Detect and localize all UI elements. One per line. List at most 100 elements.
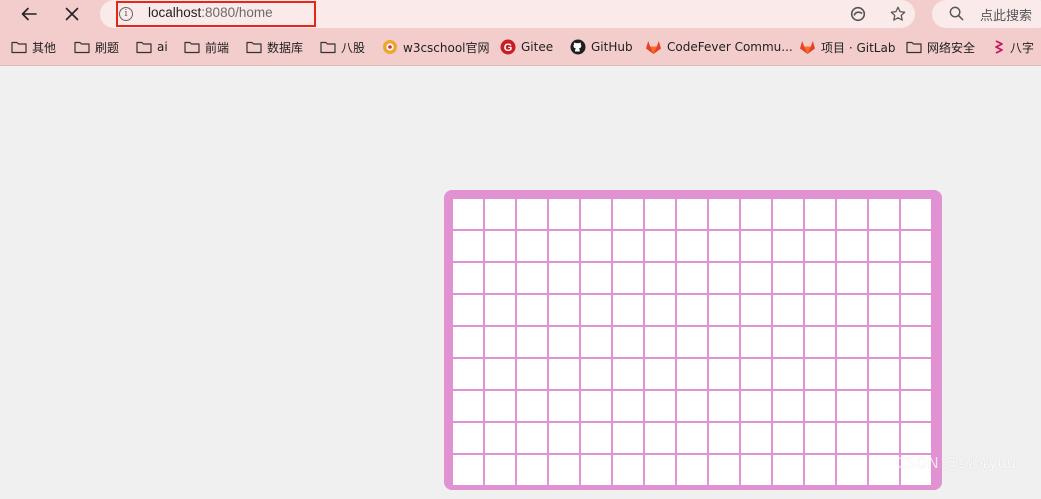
board-cell[interactable] — [453, 327, 483, 357]
search-box[interactable]: 点此搜索 — [932, 0, 1041, 28]
board-cell[interactable] — [645, 327, 675, 357]
board-cell[interactable] — [485, 263, 515, 293]
board-cell[interactable] — [837, 359, 867, 389]
board-cell[interactable] — [645, 263, 675, 293]
board-cell[interactable] — [517, 295, 547, 325]
board-cell[interactable] — [709, 231, 739, 261]
board-cell[interactable] — [581, 231, 611, 261]
bookmark-shujuku[interactable]: 数据库 — [246, 35, 303, 59]
board-cell[interactable] — [645, 199, 675, 229]
board-cell[interactable] — [805, 327, 835, 357]
board-cell[interactable] — [581, 423, 611, 453]
board-cell[interactable] — [549, 199, 579, 229]
board-cell[interactable] — [709, 359, 739, 389]
board-cell[interactable] — [709, 199, 739, 229]
stop-loading-button[interactable] — [57, 0, 87, 28]
bookmark-w3cschool[interactable]: w3cschool官网 — [382, 35, 490, 59]
board-cell[interactable] — [549, 231, 579, 261]
board-cell[interactable] — [869, 263, 899, 293]
board-cell[interactable] — [645, 295, 675, 325]
board-cell[interactable] — [485, 199, 515, 229]
board-cell[interactable] — [453, 231, 483, 261]
board-cell[interactable] — [485, 359, 515, 389]
bookmark-gitee[interactable]: G Gitee — [500, 35, 553, 59]
board-cell[interactable] — [517, 199, 547, 229]
board-cell[interactable] — [837, 295, 867, 325]
board-cell[interactable] — [837, 391, 867, 421]
board-cell[interactable] — [869, 295, 899, 325]
board-cell[interactable] — [869, 391, 899, 421]
board-cell[interactable] — [901, 423, 931, 453]
board-cell[interactable] — [485, 231, 515, 261]
board-cell[interactable] — [453, 391, 483, 421]
board-cell[interactable] — [581, 199, 611, 229]
board-cell[interactable] — [837, 263, 867, 293]
board-cell[interactable] — [677, 391, 707, 421]
board-cell[interactable] — [805, 423, 835, 453]
board-cell[interactable] — [677, 359, 707, 389]
board-cell[interactable] — [517, 391, 547, 421]
board-cell[interactable] — [901, 359, 931, 389]
read-aloud-icon[interactable] — [848, 4, 868, 24]
board-cell[interactable] — [741, 231, 771, 261]
board-cell[interactable] — [773, 391, 803, 421]
board-cell[interactable] — [613, 327, 643, 357]
board-cell[interactable] — [517, 423, 547, 453]
board-cell[interactable] — [805, 295, 835, 325]
board-cell[interactable] — [901, 391, 931, 421]
board-cell[interactable] — [549, 455, 579, 485]
board-cell[interactable] — [805, 231, 835, 261]
board-cell[interactable] — [837, 423, 867, 453]
board-cell[interactable] — [677, 455, 707, 485]
board-cell[interactable] — [741, 295, 771, 325]
bookmark-shuati[interactable]: 刷题 — [74, 35, 119, 59]
board-cell[interactable] — [677, 295, 707, 325]
board-cell[interactable] — [517, 327, 547, 357]
board-cell[interactable] — [709, 423, 739, 453]
board-cell[interactable] — [613, 295, 643, 325]
board-cell[interactable] — [549, 391, 579, 421]
board-cell[interactable] — [677, 231, 707, 261]
bookmark-gitlab-project[interactable]: 项目 · GitLab — [799, 35, 895, 59]
board-cell[interactable] — [677, 199, 707, 229]
board-cell[interactable] — [677, 423, 707, 453]
address-bar[interactable]: i localhost:8080/home — [100, 0, 915, 28]
board-cell[interactable] — [901, 199, 931, 229]
board-cell[interactable] — [741, 359, 771, 389]
board-cell[interactable] — [901, 327, 931, 357]
board-cell[interactable] — [869, 327, 899, 357]
board-cell[interactable] — [869, 359, 899, 389]
board-cell[interactable] — [581, 263, 611, 293]
board-cell[interactable] — [645, 455, 675, 485]
board-cell[interactable] — [549, 423, 579, 453]
board-cell[interactable] — [613, 455, 643, 485]
board-cell[interactable] — [549, 327, 579, 357]
board-cell[interactable] — [581, 455, 611, 485]
board-cell[interactable] — [869, 231, 899, 261]
board-cell[interactable] — [837, 199, 867, 229]
board-cell[interactable] — [453, 359, 483, 389]
board-cell[interactable] — [677, 327, 707, 357]
board-cell[interactable] — [645, 391, 675, 421]
board-cell[interactable] — [581, 327, 611, 357]
board-cell[interactable] — [517, 231, 547, 261]
board-cell[interactable] — [453, 295, 483, 325]
board-cell[interactable] — [485, 327, 515, 357]
board-cell[interactable] — [901, 231, 931, 261]
board-cell[interactable] — [453, 199, 483, 229]
board-cell[interactable] — [741, 455, 771, 485]
board-cell[interactable] — [709, 391, 739, 421]
bookmark-qianduan[interactable]: 前端 — [184, 35, 229, 59]
bookmark-ai[interactable]: ai — [136, 35, 168, 59]
board-cell[interactable] — [773, 327, 803, 357]
board-cell[interactable] — [645, 423, 675, 453]
board-cell[interactable] — [805, 263, 835, 293]
board-cell[interactable] — [613, 263, 643, 293]
board-cell[interactable] — [517, 455, 547, 485]
board-cell[interactable] — [453, 455, 483, 485]
board-cell[interactable] — [485, 423, 515, 453]
board-cell[interactable] — [453, 423, 483, 453]
board-cell[interactable] — [837, 327, 867, 357]
site-info-icon[interactable]: i — [119, 7, 133, 21]
board-cell[interactable] — [869, 423, 899, 453]
